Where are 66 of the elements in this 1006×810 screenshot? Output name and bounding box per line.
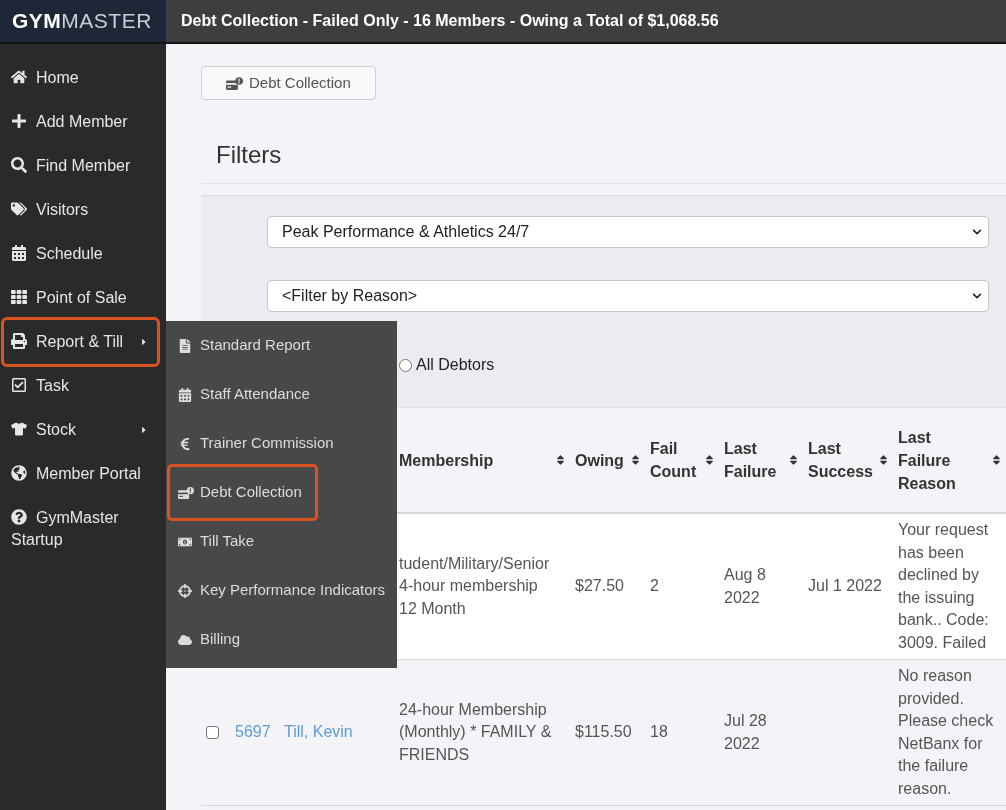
printer-icon xyxy=(11,333,27,349)
sort-icon xyxy=(705,454,714,466)
location-select[interactable]: Peak Performance & Athletics 24/7 xyxy=(267,216,989,248)
sort-icon xyxy=(631,454,640,466)
document-icon xyxy=(178,338,192,353)
plus-icon xyxy=(11,113,27,129)
reason-select[interactable]: <Filter by Reason> xyxy=(267,280,989,312)
euro-icon xyxy=(178,436,192,451)
logo: GYMMASTER xyxy=(12,8,152,35)
row-checkbox[interactable] xyxy=(206,726,219,739)
home-icon xyxy=(11,69,27,85)
column-header[interactable]: Last Success xyxy=(803,437,893,483)
sort-icon xyxy=(556,454,565,466)
table-cell-text: Jul 1 2022 xyxy=(808,576,883,597)
help-icon xyxy=(11,509,27,525)
table-cell-text: Jul 28 2022 xyxy=(724,711,768,754)
table-cell-text: No reason provided. Please check NetBanx for the failure reason. xyxy=(898,666,995,799)
debt-collection-button[interactable]: Debt Collection xyxy=(201,66,376,100)
chevron-down-icon xyxy=(972,291,982,301)
sidebar-item[interactable]: Schedule xyxy=(1,232,160,276)
table-cell-text: 24-hour Membership (Monthly) * FAMILY & FRIENDS xyxy=(399,699,553,765)
column-header[interactable]: Owing xyxy=(570,448,645,472)
t-shirt-icon xyxy=(11,421,27,437)
table-cell-text: tudent/Military/Senior 4-hour membership 12 Month xyxy=(399,553,551,619)
column-header[interactable]: Last Failure Reason xyxy=(893,425,1006,495)
crosshair-icon xyxy=(178,583,192,598)
submenu-item[interactable]: Standard Report xyxy=(167,321,327,370)
sidebar-item[interactable]: Stock xyxy=(1,408,160,452)
sort-icon xyxy=(992,454,1001,466)
chevron-down-icon xyxy=(972,227,982,237)
column-header[interactable]: Fail Count xyxy=(645,437,719,483)
calendar-icon xyxy=(11,245,27,261)
sidebar-item[interactable]: GymMaster Startup xyxy=(1,496,160,562)
sidebar-item[interactable]: Report & Till xyxy=(1,317,160,367)
sidebar-item[interactable]: Point of Sale xyxy=(1,276,160,320)
tags-icon xyxy=(11,201,27,217)
grid-icon xyxy=(11,289,27,305)
page-title: Debt Collection - Failed Only - 16 Members - Owing a Total of $1,068.56 xyxy=(181,11,719,31)
sort-icon xyxy=(789,454,798,466)
radio-button[interactable] xyxy=(399,358,412,372)
search-icon xyxy=(11,157,27,173)
sort-icon xyxy=(879,454,888,466)
submenu-item[interactable]: Billing xyxy=(167,615,257,664)
submenu-item[interactable]: Debt Collection xyxy=(167,464,318,521)
sidebar-item[interactable]: Visitors xyxy=(1,188,160,232)
section-heading: Filters xyxy=(215,140,282,170)
calendar-icon xyxy=(178,387,192,402)
sidebar-item[interactable]: Member Portal xyxy=(1,452,160,496)
globe-icon xyxy=(11,465,27,481)
table-cell-text: 18 xyxy=(650,722,669,743)
sidebar-item[interactable]: Task xyxy=(1,364,160,408)
card-alert-icon xyxy=(226,76,243,90)
radio-label: All Debtors xyxy=(416,355,495,375)
cloud-icon xyxy=(178,632,192,647)
table-cell-text: $27.50 xyxy=(575,576,625,597)
table-cell-text: Aug 8 2022 xyxy=(724,565,767,608)
submenu-item[interactable]: Staff Attendance xyxy=(167,370,326,419)
table-cell-text: Your request has been declined by the issuing bank.. Code: 3009. Failed xyxy=(898,520,990,653)
sidebar-item[interactable]: Find Member xyxy=(1,144,160,188)
column-header[interactable]: Membership xyxy=(394,448,570,472)
sidebar-item[interactable]: Home xyxy=(1,56,160,100)
column-header[interactable]: Last Failure xyxy=(719,437,803,483)
sidebar-item[interactable]: Add Member xyxy=(1,100,160,144)
card-alert-icon xyxy=(178,486,194,499)
table-cell-text: 2 xyxy=(650,576,660,597)
table-cell-text: $115.50 xyxy=(575,722,633,743)
